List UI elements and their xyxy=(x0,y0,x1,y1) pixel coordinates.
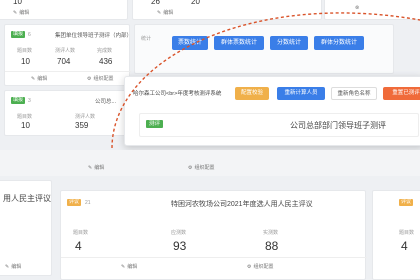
row-divider xyxy=(0,150,420,176)
edit-label: 编辑 xyxy=(94,165,105,171)
type-tag: 评议 xyxy=(67,199,82,206)
stat-value: 93 xyxy=(173,239,187,253)
card-divider xyxy=(61,257,367,258)
org-config-label: 组织配置 xyxy=(194,165,215,171)
stat-value: 4 xyxy=(75,239,82,253)
evaluation-card[interactable]: 用人民主评议 ✎ 编辑 xyxy=(0,180,52,276)
type-tag: 评议 xyxy=(399,199,414,206)
stat-label: 实测数 xyxy=(263,230,279,236)
org-config-action[interactable]: ⚙ 组织配置 xyxy=(247,263,274,271)
org-config-action[interactable]: ⚙ 组织配置 xyxy=(188,164,215,172)
edit-action[interactable]: ✎ 编辑 xyxy=(121,263,138,271)
evaluation-card[interactable]: 评议 21 特困河农牧场公司2021年度选人用人民主评议 题目数 应测数 实测数… xyxy=(60,190,367,280)
org-config-label: 组织配置 xyxy=(253,264,274,270)
card-title: 用人民主评议 xyxy=(3,194,51,203)
edit-label: 编辑 xyxy=(11,264,22,270)
stat-value: 4 xyxy=(401,239,408,253)
pencil-icon: ✎ xyxy=(121,263,126,270)
edit-action[interactable]: ✎ 编辑 xyxy=(5,263,22,271)
card-title: 特困河农牧场公司2021年度选人用人民主评议 xyxy=(171,201,313,208)
stat-label: 题目数 xyxy=(73,230,89,236)
gear-icon: ⚙ xyxy=(247,263,252,270)
evaluation-card[interactable]: 评议 题目数 4 xyxy=(372,190,420,280)
pencil-icon: ✎ xyxy=(88,164,93,171)
pencil-icon: ✎ xyxy=(5,263,10,270)
edit-action[interactable]: ✎ 编辑 xyxy=(88,164,105,172)
count-badge: 21 xyxy=(85,199,91,206)
stat-label: 题目数 xyxy=(399,230,415,236)
stat-value: 88 xyxy=(265,239,279,253)
stat-label: 应测数 xyxy=(171,230,187,236)
edit-label: 编辑 xyxy=(127,264,138,270)
gear-icon: ⚙ xyxy=(188,164,193,171)
